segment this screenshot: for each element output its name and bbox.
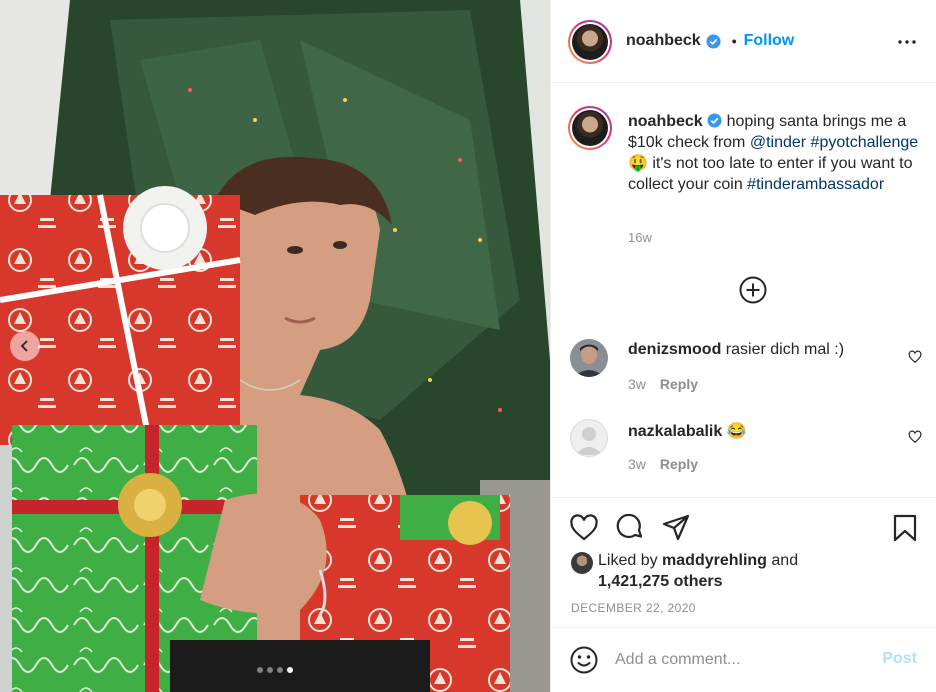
comment-body: 😂 (726, 423, 747, 440)
author-avatar[interactable] (568, 20, 612, 64)
carousel-dot (257, 667, 263, 673)
comment-username[interactable]: nazkalabalik (628, 423, 722, 440)
caption-emoji: 🤑 (628, 155, 648, 172)
comment-time[interactable]: 3w (628, 456, 646, 472)
add-comment-bar: Post (551, 627, 936, 692)
caption-timestamp[interactable]: 16w (628, 230, 652, 245)
comment-meta: 3w Reply (628, 376, 698, 392)
comment-body: rasier dich mal :) (725, 341, 845, 358)
bookmark-icon[interactable] (890, 513, 920, 543)
post-detail-panel: noahbeck • Follow noahbeck hoping santa … (550, 0, 936, 692)
caption-hashtag-link[interactable]: #pyotchallenge (811, 134, 919, 151)
caption-username[interactable]: noahbeck (628, 113, 703, 130)
likes-joiner: and (766, 552, 799, 569)
carousel-prev-button[interactable] (10, 331, 40, 361)
post-date[interactable]: DECEMBER 22, 2020 (571, 601, 696, 615)
comment-icon[interactable] (615, 513, 645, 543)
commenter-avatar[interactable] (570, 339, 608, 377)
likes-prefix: Liked by (598, 552, 663, 569)
post-comment-button[interactable]: Post (882, 650, 917, 668)
comment-item: denizsmood rasier dich mal :) 3w Reply (551, 339, 936, 409)
comment-item: nazkalabalik 😂 3w Reply (551, 419, 936, 489)
comment-input[interactable] (615, 648, 865, 672)
chevron-left-icon (20, 340, 28, 352)
commenter-avatar[interactable] (570, 419, 608, 457)
liked-by-username[interactable]: maddyrehling (662, 552, 767, 569)
likes-count-link[interactable]: 1,421,275 others (598, 573, 723, 590)
carousel-dot (277, 667, 283, 673)
more-horizontal-icon[interactable] (895, 30, 919, 54)
verified-badge-icon (707, 113, 722, 128)
post-actions: Liked by maddyrehling and 1,421,275 othe… (551, 497, 936, 627)
heart-icon[interactable] (569, 513, 599, 543)
author-info: noahbeck • Follow (626, 32, 794, 50)
verified-badge-icon (706, 33, 721, 49)
post-photo[interactable] (0, 0, 550, 692)
comment-time[interactable]: 3w (628, 376, 646, 392)
author-username[interactable]: noahbeck (626, 32, 701, 50)
caption-text: noahbeck hoping santa brings me a $10k c… (628, 111, 923, 195)
post-header: noahbeck • Follow (551, 0, 936, 83)
header-separator: • (731, 33, 737, 49)
caption-mention-link[interactable]: @tinder (750, 134, 806, 151)
plus-circle-icon[interactable] (738, 275, 768, 305)
heart-icon[interactable] (908, 430, 922, 444)
photo-scene (0, 0, 550, 692)
follow-button[interactable]: Follow (744, 32, 795, 50)
reply-button[interactable]: Reply (660, 456, 698, 472)
comment-text: nazkalabalik 😂 (628, 421, 747, 441)
likes-summary: Liked by maddyrehling and 1,421,275 othe… (571, 550, 798, 592)
heart-icon[interactable] (908, 350, 922, 364)
comment-username[interactable]: denizsmood (628, 341, 721, 358)
reply-button[interactable]: Reply (660, 376, 698, 392)
comment-text: denizsmood rasier dich mal :) (628, 341, 844, 359)
liked-by-avatar[interactable] (571, 552, 593, 574)
comment-meta: 3w Reply (628, 456, 698, 472)
caption-hashtag-link[interactable]: #tinderambassador (747, 176, 884, 193)
share-icon[interactable] (661, 513, 691, 543)
carousel-dot-active (287, 667, 293, 673)
carousel-dot (267, 667, 273, 673)
carousel-indicator (0, 667, 550, 673)
caption-author-avatar[interactable] (568, 106, 612, 150)
smiley-icon[interactable] (569, 645, 599, 675)
